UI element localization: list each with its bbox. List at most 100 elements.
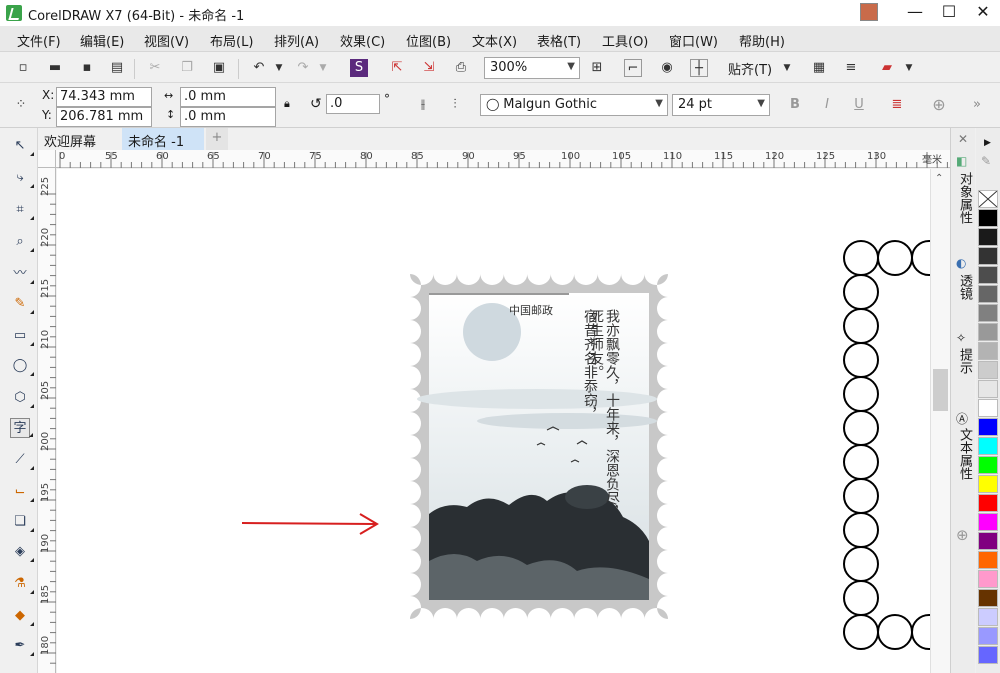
color-swatch[interactable]	[978, 551, 998, 569]
minimize-button[interactable]: —	[898, 0, 932, 26]
open-folder-icon[interactable]: ▬	[46, 59, 64, 77]
scroll-up-icon[interactable]: ⌃	[935, 173, 943, 184]
paste-icon[interactable]: ▣	[210, 59, 228, 77]
color-swatch[interactable]	[978, 570, 998, 588]
ruler-corner[interactable]	[38, 150, 56, 168]
color-swatch[interactable]	[978, 418, 998, 436]
menu-help[interactable]: 帮助(H)	[739, 31, 785, 50]
docker-tab-lens[interactable]: 透镜	[954, 274, 974, 314]
font-size-combo[interactable]: 24 pt ▼	[672, 94, 770, 116]
redo-dropdown-icon[interactable]: ▼	[314, 59, 332, 77]
color-swatch[interactable]	[978, 228, 998, 246]
menu-effects[interactable]: 效果(C)	[340, 31, 385, 50]
maximize-button[interactable]: ☐	[932, 0, 966, 26]
color-swatch[interactable]	[978, 494, 998, 512]
color-swatch[interactable]	[978, 475, 998, 493]
color-swatch[interactable]	[978, 437, 998, 455]
vertical-ruler[interactable]: 225 220 215 210 205 200 195 190 185 180	[38, 168, 56, 673]
tab-welcome-screen[interactable]: 欢迎屏幕	[38, 128, 122, 150]
width-input[interactable]: .0 mm	[180, 87, 276, 107]
drop-shadow-icon[interactable]: ❏	[10, 512, 34, 532]
menu-bitmaps[interactable]: 位图(B)	[406, 31, 451, 50]
eyedropper-icon[interactable]: ⚗	[10, 574, 34, 594]
mirror-vertical-icon[interactable]: ⫶	[446, 96, 464, 114]
docker-tab-text-properties[interactable]: 文本属性	[954, 428, 974, 504]
publish-pdf-icon[interactable]: ⎙	[452, 59, 470, 77]
chevron-down-icon[interactable]: ▼	[778, 59, 796, 77]
more-options-icon[interactable]: »	[968, 96, 986, 114]
color-swatch[interactable]	[978, 589, 998, 607]
undo-dropdown-icon[interactable]: ▼	[270, 59, 288, 77]
x-position-input[interactable]: 74.343 mm	[56, 87, 152, 107]
new-document-icon[interactable]: ▫	[14, 59, 32, 77]
color-swatch[interactable]	[978, 513, 998, 531]
show-grid-icon[interactable]: ◉	[658, 59, 676, 77]
shape-tool-icon[interactable]: ⤷	[10, 168, 34, 188]
rotation-angle-input[interactable]: .0	[326, 94, 380, 114]
color-swatch[interactable]	[978, 304, 998, 322]
color-swatch[interactable]	[978, 627, 998, 645]
menu-arrange[interactable]: 排列(A)	[274, 31, 319, 50]
ellipse-tool-icon[interactable]: ◯	[10, 356, 34, 376]
palette-scroll-icon[interactable]: ▶	[984, 138, 991, 148]
color-swatch[interactable]	[978, 342, 998, 360]
color-swatch[interactable]	[978, 380, 998, 398]
artistic-media-icon[interactable]: ✎	[10, 294, 34, 314]
lock-ratio-icon[interactable]: 🔒︎	[284, 97, 290, 111]
color-swatch[interactable]	[978, 209, 998, 227]
freehand-tool-icon[interactable]: 〰	[10, 264, 34, 284]
italic-button[interactable]: I	[818, 96, 836, 114]
add-icon[interactable]: ⊕	[930, 96, 948, 114]
color-swatch[interactable]	[978, 323, 998, 341]
color-swatch[interactable]	[978, 266, 998, 284]
cut-icon[interactable]: ✂	[146, 59, 164, 77]
snap-to-menu[interactable]: 贴齐(T)	[728, 59, 772, 78]
docker-tab-hints[interactable]: 提示	[954, 348, 974, 388]
close-docker-icon[interactable]: ✕	[958, 132, 968, 146]
underline-button[interactable]: U	[850, 96, 868, 114]
reference-point-icon[interactable]: ⁘	[12, 96, 30, 114]
color-swatch[interactable]	[978, 608, 998, 626]
copy-icon[interactable]: ❐	[178, 59, 196, 77]
menu-text[interactable]: 文本(X)	[472, 31, 517, 50]
menu-edit[interactable]: 编辑(E)	[80, 31, 124, 50]
color-swatch[interactable]	[978, 456, 998, 474]
color-swatch[interactable]	[978, 247, 998, 265]
height-input[interactable]: .0 mm	[180, 107, 276, 127]
scrollbar-thumb[interactable]	[933, 369, 948, 411]
close-button[interactable]: ✕	[966, 0, 1000, 26]
interactive-fill-icon[interactable]: ◆	[10, 606, 34, 626]
export-icon[interactable]: ⇲	[420, 59, 438, 77]
chevron-down-icon[interactable]: ▼	[900, 59, 918, 77]
options-icon[interactable]: ▦	[810, 59, 828, 77]
rectangle-tool-icon[interactable]: ▭	[10, 326, 34, 346]
import-icon[interactable]: ⇱	[388, 59, 406, 77]
zoom-level-combo[interactable]: 300% ▼	[484, 57, 580, 79]
horizontal-ruler[interactable]: 0 55 60 65 70 75 80 85 90 95 100 105 110…	[56, 150, 950, 168]
color-swatch[interactable]	[978, 285, 998, 303]
application-launcher-icon[interactable]: ▰	[878, 59, 896, 77]
menu-table[interactable]: 表格(T)	[537, 31, 581, 50]
user-avatar-icon[interactable]	[860, 3, 878, 21]
crop-tool-icon[interactable]: ⌗	[10, 200, 34, 220]
y-position-input[interactable]: 206.781 mm	[56, 107, 152, 127]
align-icon[interactable]: ≡	[842, 59, 860, 77]
show-guidelines-icon[interactable]: ┼	[690, 59, 708, 77]
menu-tools[interactable]: 工具(O)	[602, 31, 648, 50]
save-icon[interactable]: ▪	[78, 59, 96, 77]
menu-file[interactable]: 文件(F)	[17, 31, 61, 50]
color-swatch[interactable]	[978, 361, 998, 379]
docker-tab-object-properties[interactable]: 对象属性	[954, 172, 974, 248]
font-family-combo[interactable]: ◯ Malgun Gothic ▼	[480, 94, 668, 116]
mirror-horizontal-icon[interactable]: ⫲	[414, 96, 432, 114]
transparency-tool-icon[interactable]: ◈	[10, 542, 34, 562]
connector-tool-icon[interactable]: ⌙	[10, 482, 34, 502]
menu-layout[interactable]: 布局(L)	[210, 31, 253, 50]
full-screen-preview-icon[interactable]: ⊞	[588, 59, 606, 77]
color-swatch[interactable]	[978, 532, 998, 550]
pick-tool-icon[interactable]: ↖	[10, 136, 34, 156]
no-color-swatch[interactable]	[978, 190, 998, 208]
zoom-tool-icon[interactable]: ⌕	[10, 232, 34, 252]
tab-untitled-1[interactable]: 未命名 -1	[122, 128, 204, 150]
show-rulers-icon[interactable]: ⌐	[624, 59, 642, 77]
